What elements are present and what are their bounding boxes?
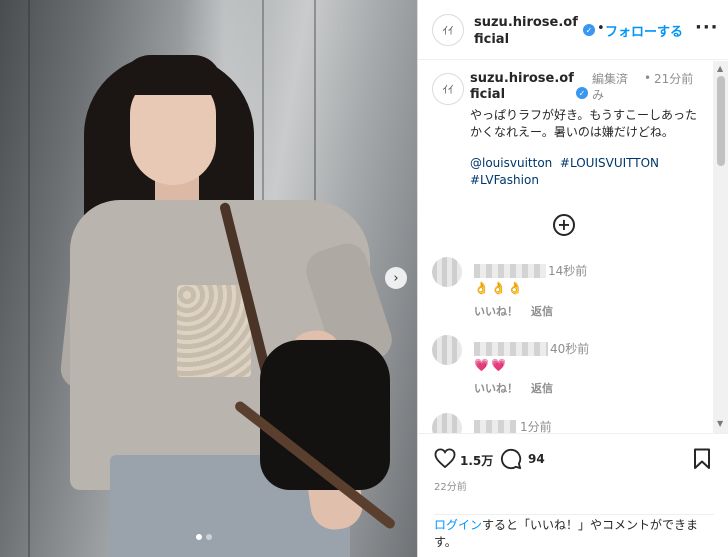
post-header: ｲｲ suzu.hirose.official ✓ • フォローする ··· [418, 0, 728, 60]
post-photo[interactable]: › [0, 0, 417, 557]
comments-scroll-area[interactable]: ｲｲ suzu.hirose.official ✓ 編集済み • 21分前 やっ… [418, 61, 728, 433]
caption-time[interactable]: 21分前 [654, 71, 694, 87]
comments-scrollbar[interactable]: ▲ ▼ [713, 61, 728, 433]
bookmark-icon[interactable] [693, 448, 711, 474]
caption-text: やっぱりラフが好き。もうすこーしあったかくなれえー。暑いのは嫌だけどね。 [470, 108, 698, 139]
commenter-name-redacted [474, 342, 548, 356]
hair-fringe [122, 55, 222, 95]
hashtag-link[interactable]: #LVFashion [470, 173, 539, 187]
comment-time: 1分前 [520, 420, 552, 433]
wall-panel-seam [28, 0, 30, 557]
scroll-up-arrow-icon[interactable]: ▲ [717, 64, 723, 73]
mention-link[interactable]: @louisvuitton [470, 156, 552, 170]
edited-label: 編集済み [592, 72, 629, 102]
like-heart-icon[interactable] [434, 448, 456, 472]
author-avatar[interactable]: ｲｲ [432, 14, 464, 46]
commenter-name-redacted [474, 264, 546, 278]
commenter-avatar[interactable] [432, 413, 462, 433]
next-photo-button[interactable]: › [385, 267, 407, 289]
posted-time: 22分前 [434, 482, 467, 493]
author-username[interactable]: suzu.hirose.official [474, 14, 582, 48]
comment-like-button[interactable]: いいね！ [474, 380, 518, 396]
scroll-down-arrow-icon[interactable]: ▼ [717, 419, 723, 428]
comment-time: 40秒前 [550, 342, 590, 356]
load-more-comments-button[interactable]: + [553, 214, 575, 236]
post-actions: 1.5万 94 22分前 ログインすると「いいね！」やコメントができます。 [418, 433, 728, 557]
plus-icon: + [557, 215, 571, 234]
comment-text: 💗💗 [474, 358, 508, 372]
likes-count[interactable]: 1.5万 [460, 452, 493, 469]
meta-separator: • [644, 71, 652, 85]
comment-like-button[interactable]: いいね！ [474, 303, 518, 319]
carousel-dot [206, 534, 212, 540]
hashtag-link[interactable]: #LOUISVUITTON [560, 156, 659, 170]
scrollbar-thumb[interactable] [717, 76, 725, 166]
post-side-panel: ｲｲ suzu.hirose.official ✓ • フォローする ··· ｲ… [417, 0, 728, 557]
carousel-dots [196, 534, 212, 540]
author-logo-icon: ｲｲ [442, 83, 454, 96]
verified-badge-icon: ✓ [583, 24, 595, 36]
verified-badge-icon: ✓ [576, 87, 588, 99]
comment-reply-button[interactable]: 返信 [531, 380, 553, 396]
header-separator: • [597, 21, 605, 36]
comments-count[interactable]: 94 [528, 452, 545, 466]
follow-button[interactable]: フォローする [605, 21, 683, 40]
chevron-right-icon: › [393, 270, 399, 286]
carousel-dot-active [196, 534, 202, 540]
commenter-avatar[interactable] [432, 335, 462, 365]
caption-tags: @louisvuitton #LOUISVUITTON #LVFashion [470, 155, 708, 189]
comment-reply-button[interactable]: 返信 [531, 303, 553, 319]
comment-bubble-icon[interactable] [500, 448, 522, 474]
login-prompt: ログインすると「いいね！」やコメントができます。 [434, 517, 718, 551]
caption-username[interactable]: suzu.hirose.official [470, 71, 574, 103]
caption-author-avatar[interactable]: ｲｲ [432, 73, 464, 105]
more-options-icon[interactable]: ··· [695, 17, 719, 38]
commenter-avatar[interactable] [432, 257, 462, 287]
comment-time: 14秒前 [548, 264, 588, 278]
comment-text: 👌👌👌 [474, 281, 525, 295]
author-logo-icon: ｲｲ [442, 24, 454, 37]
commenter-name-redacted [474, 420, 516, 433]
login-link[interactable]: ログイン [434, 518, 482, 532]
divider [434, 514, 714, 515]
monogram-pocket [177, 285, 251, 377]
